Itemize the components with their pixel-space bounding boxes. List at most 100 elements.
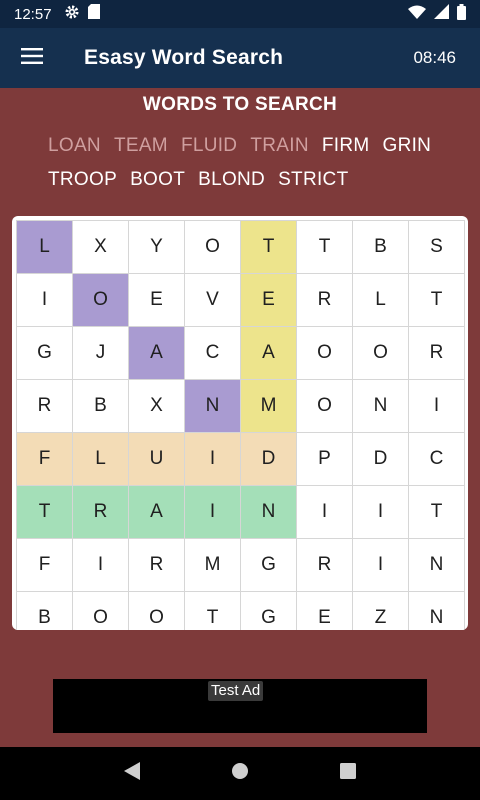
grid-cell[interactable]: B	[73, 380, 128, 432]
grid-cell[interactable]: F	[17, 433, 72, 485]
grid-cell[interactable]: O	[297, 380, 352, 432]
grid-cell[interactable]: N	[409, 539, 464, 591]
grid-cell[interactable]: A	[241, 327, 296, 379]
word-firm: FIRM	[321, 135, 370, 156]
grid-cell[interactable]: P	[297, 433, 352, 485]
grid-cell[interactable]: G	[241, 592, 296, 630]
recents-button[interactable]	[328, 754, 368, 794]
hamburger-menu-icon	[21, 47, 43, 69]
word-troop: TROOP	[48, 169, 118, 190]
ad-label: Test Ad	[208, 681, 264, 701]
app-title: Esasy Word Search	[84, 46, 284, 69]
wifi-icon	[408, 5, 426, 24]
status-left-icons	[64, 4, 100, 25]
grid-cell[interactable]: I	[185, 486, 240, 538]
grid-cell[interactable]: D	[241, 433, 296, 485]
grid-cell[interactable]: I	[353, 486, 408, 538]
grid-cell[interactable]: O	[297, 327, 352, 379]
battery-icon	[457, 3, 466, 25]
grid-cell[interactable]: M	[185, 539, 240, 591]
grid-cell[interactable]: I	[353, 539, 408, 591]
grid-cell[interactable]: Y	[129, 221, 184, 273]
grid-cell[interactable]: T	[241, 221, 296, 273]
grid-cell[interactable]: S	[409, 221, 464, 273]
word-fluid: FLUID	[180, 135, 238, 156]
grid-cell[interactable]: I	[409, 380, 464, 432]
grid-cell[interactable]: O	[353, 327, 408, 379]
status-right-icons	[408, 3, 466, 25]
home-circle-icon	[231, 762, 249, 785]
grid-cell[interactable]: T	[17, 486, 72, 538]
grid-cell[interactable]: V	[185, 274, 240, 326]
grid-cell[interactable]: I	[297, 486, 352, 538]
grid-cell[interactable]: O	[73, 592, 128, 630]
grid-cell[interactable]: O	[129, 592, 184, 630]
grid-cell[interactable]: I	[73, 539, 128, 591]
grid-cell[interactable]: R	[297, 539, 352, 591]
words-header: WORDS TO SEARCH	[142, 94, 338, 115]
grid-cell[interactable]: R	[73, 486, 128, 538]
grid-cell[interactable]: T	[185, 592, 240, 630]
status-time: 12:57	[14, 5, 52, 23]
grid-cell[interactable]: Z	[353, 592, 408, 630]
grid-cell[interactable]: D	[353, 433, 408, 485]
grid-cell[interactable]: E	[297, 592, 352, 630]
menu-button[interactable]	[0, 28, 64, 88]
game-timer: 08:46	[413, 48, 456, 67]
word-blond: BLOND	[198, 169, 266, 190]
grid-cell[interactable]: L	[353, 274, 408, 326]
word-team: TEAM	[113, 135, 168, 156]
grid-cell[interactable]: R	[17, 380, 72, 432]
grid-cell[interactable]: O	[185, 221, 240, 273]
back-triangle-icon	[124, 762, 140, 785]
back-button[interactable]	[112, 754, 152, 794]
grid-cell[interactable]: O	[73, 274, 128, 326]
grid-cell[interactable]: T	[409, 274, 464, 326]
sd-card-icon	[87, 4, 100, 24]
grid-cell[interactable]: C	[185, 327, 240, 379]
grid-cell[interactable]: E	[129, 274, 184, 326]
grid-cell[interactable]: N	[409, 592, 464, 630]
word-boot: BOOT	[130, 169, 186, 190]
grid-cell[interactable]: L	[17, 221, 72, 273]
app-bar: Esasy Word Search 08:46	[0, 28, 480, 88]
grid-cell[interactable]: G	[17, 327, 72, 379]
grid-cell[interactable]: B	[17, 592, 72, 630]
grid-cell[interactable]: T	[297, 221, 352, 273]
grid-cell[interactable]: X	[129, 380, 184, 432]
recents-square-icon	[340, 763, 356, 784]
word-strict: STRICT	[278, 169, 349, 190]
puzzle-card: LXYOTTBSIOEVERLTGJACAOORRBXNMONIFLUIDPDC…	[12, 216, 468, 630]
grid-cell[interactable]: N	[185, 380, 240, 432]
grid-cell[interactable]: C	[409, 433, 464, 485]
grid-cell[interactable]: U	[129, 433, 184, 485]
grid-cell[interactable]: J	[73, 327, 128, 379]
grid-cell[interactable]: R	[297, 274, 352, 326]
grid-cell[interactable]: I	[17, 274, 72, 326]
grid-cell[interactable]: T	[409, 486, 464, 538]
word-loan: LOAN	[48, 135, 101, 156]
system-nav-bar	[0, 747, 480, 800]
grid-cell[interactable]: L	[73, 433, 128, 485]
word-train: TRAIN	[250, 135, 309, 156]
grid-cell[interactable]: E	[241, 274, 296, 326]
gear-icon	[64, 4, 80, 25]
home-button[interactable]	[220, 754, 260, 794]
grid-cell[interactable]: N	[353, 380, 408, 432]
grid-cell[interactable]: A	[129, 327, 184, 379]
word-list: LOAN TEAM FLUID TRAIN FIRM GRIN TROOP BOOT BLOND…	[48, 134, 468, 192]
signal-icon	[434, 4, 449, 24]
grid-cell[interactable]: M	[241, 380, 296, 432]
grid-cell[interactable]: I	[185, 433, 240, 485]
grid-cell[interactable]: A	[129, 486, 184, 538]
grid-cell[interactable]: X	[73, 221, 128, 273]
grid-cell[interactable]: R	[129, 539, 184, 591]
grid-cell[interactable]: G	[241, 539, 296, 591]
grid-cell[interactable]: R	[409, 327, 464, 379]
grid-cell[interactable]: B	[353, 221, 408, 273]
grid-cell[interactable]: N	[241, 486, 296, 538]
grid-cell[interactable]: F	[17, 539, 72, 591]
word-grin: GRIN	[382, 135, 432, 156]
letter-grid[interactable]: LXYOTTBSIOEVERLTGJACAOORRBXNMONIFLUIDPDC…	[16, 220, 465, 630]
status-bar: 12:57	[0, 0, 480, 28]
